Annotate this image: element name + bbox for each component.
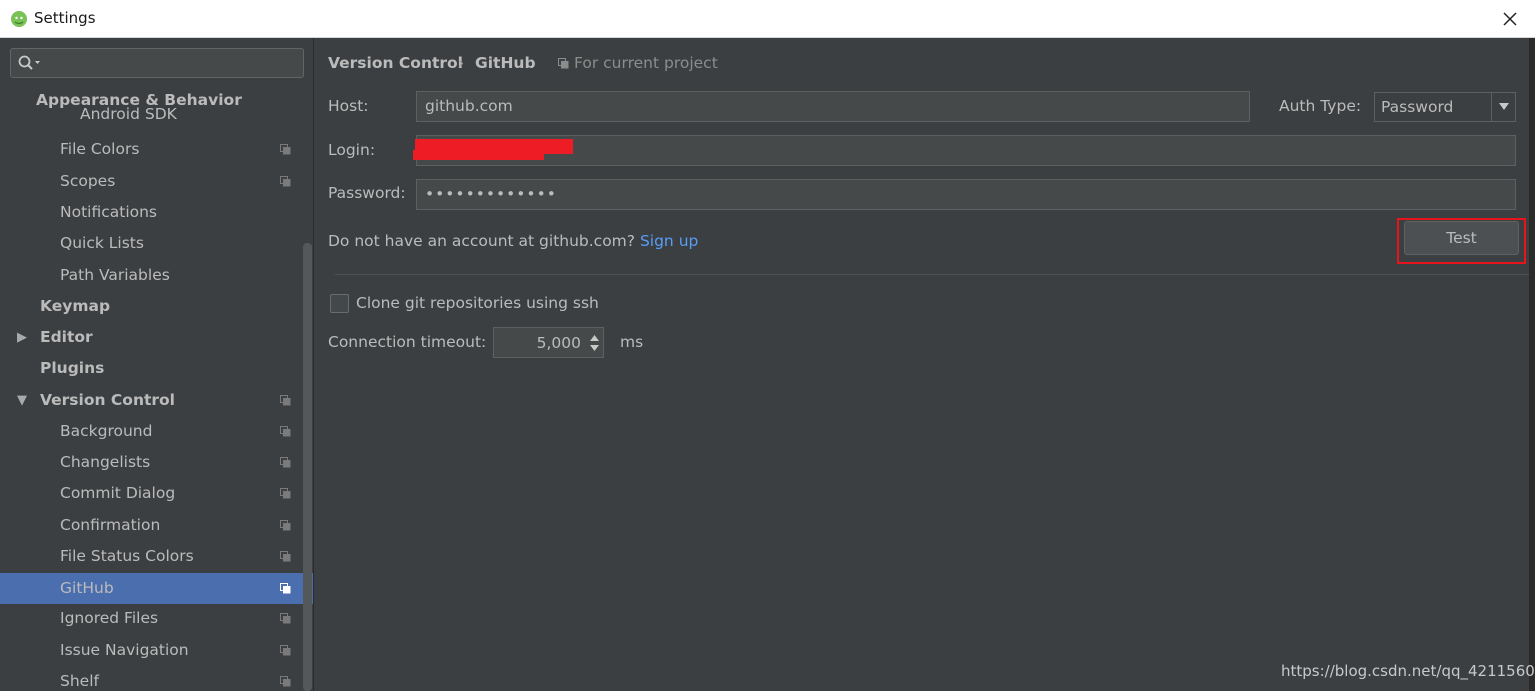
sidebar-item-label: Editor xyxy=(40,328,93,346)
stepper-arrows-icon[interactable] xyxy=(585,328,603,357)
clone-ssh-checkbox[interactable] xyxy=(330,294,349,313)
window-edge xyxy=(1529,38,1535,691)
sidebar-item-file-status-colors[interactable]: File Status Colors xyxy=(0,541,303,572)
sidebar-item-file-colors[interactable]: File Colors xyxy=(0,134,303,165)
search-icon xyxy=(18,55,40,70)
sidebar-item-label: Scopes xyxy=(60,172,116,190)
project-scope-icon xyxy=(280,144,291,155)
breadcrumb-version-control[interactable]: Version Control xyxy=(328,54,463,72)
account-prompt: Do not have an account at github.com? Si… xyxy=(328,232,698,250)
watermark: https://blog.csdn.net/qq_42115602 xyxy=(1281,662,1535,680)
test-button[interactable]: Test xyxy=(1404,221,1519,255)
host-label: Host: xyxy=(328,97,369,115)
sidebar-item-changelists[interactable]: Changelists xyxy=(0,447,303,478)
auth-type-label: Auth Type: xyxy=(1279,97,1362,115)
expand-arrow-icon[interactable]: ▶ xyxy=(17,322,27,353)
sidebar-item-label: Ignored Files xyxy=(60,609,159,627)
sidebar-item-label: Changelists xyxy=(60,453,151,471)
project-scope-icon xyxy=(280,488,291,499)
close-icon xyxy=(1503,12,1517,26)
project-scope-icon xyxy=(280,613,291,624)
timeout-stepper[interactable]: 5,000 xyxy=(493,327,604,358)
project-scope-icon xyxy=(280,551,291,562)
sidebar-item-label: Version Control xyxy=(40,391,175,409)
sidebar-item-github[interactable]: GitHub xyxy=(0,573,313,604)
auth-type-select[interactable]: Password xyxy=(1374,92,1516,122)
sidebar-item-editor[interactable]: ▶ Editor xyxy=(0,322,303,353)
sidebar-item-label: Path Variables xyxy=(60,266,170,284)
auth-type-value: Password xyxy=(1381,98,1454,116)
sidebar-item-label: Notifications xyxy=(60,203,158,221)
sidebar-item-quick-lists[interactable]: Quick Lists xyxy=(0,228,303,259)
search-input[interactable] xyxy=(10,48,304,78)
close-button[interactable] xyxy=(1490,0,1530,38)
sign-up-link[interactable]: Sign up xyxy=(640,232,698,250)
sidebar-item-label: File Status Colors xyxy=(60,547,194,565)
sidebar-item-ignored-files[interactable]: Ignored Files xyxy=(0,603,303,634)
project-scope-icon xyxy=(280,426,291,437)
settings-sidebar: Appearance & Behavior Android SDK File C… xyxy=(0,38,314,691)
project-scope-icon xyxy=(280,676,291,687)
sidebar-item-path-variables[interactable]: Path Variables xyxy=(0,260,303,291)
sidebar-item-label: Plugins xyxy=(40,359,105,377)
sidebar-item-issue-navigation[interactable]: Issue Navigation xyxy=(0,635,303,666)
settings-content: Version Control › GitHub For current pro… xyxy=(315,38,1529,691)
login-input[interactable] xyxy=(416,135,1516,166)
timeout-label: Connection timeout: xyxy=(328,333,487,351)
project-scope-icon xyxy=(558,58,569,69)
project-scope-icon xyxy=(280,457,291,468)
login-label: Login: xyxy=(328,141,376,159)
password-input[interactable]: ••••••••••••• xyxy=(416,179,1516,210)
sidebar-item-label: Confirmation xyxy=(60,516,161,534)
sidebar-item-android-sdk[interactable]: Android SDK xyxy=(0,103,303,125)
redaction-mark xyxy=(413,150,544,160)
sidebar-item-version-control[interactable]: ▼ Version Control xyxy=(0,385,303,416)
sidebar-item-confirmation[interactable]: Confirmation xyxy=(0,510,303,541)
sidebar-item-label: Quick Lists xyxy=(60,234,144,252)
no-account-text: Do not have an account at github.com? xyxy=(328,232,636,250)
sidebar-item-label: GitHub xyxy=(60,579,114,597)
clone-ssh-label[interactable]: Clone git repositories using ssh xyxy=(356,294,599,312)
sidebar-item-label: Android SDK xyxy=(80,105,177,123)
scope-label: For current project xyxy=(574,54,718,72)
host-input[interactable]: github.com xyxy=(416,91,1250,122)
sidebar-item-keymap[interactable]: Keymap xyxy=(0,291,303,322)
sidebar-item-label: Background xyxy=(60,422,153,440)
timeout-unit: ms xyxy=(620,333,644,351)
sidebar-item-plugins[interactable]: Plugins xyxy=(0,353,303,384)
project-scope-icon xyxy=(280,520,291,531)
sidebar-item-shelf[interactable]: Shelf xyxy=(0,666,303,691)
sidebar-item-background[interactable]: Background xyxy=(0,416,303,447)
sidebar-item-label: Shelf xyxy=(60,672,99,690)
breadcrumb-separator: › xyxy=(458,54,465,72)
sidebar-scrollbar[interactable] xyxy=(303,243,312,691)
timeout-value: 5,000 xyxy=(536,334,581,352)
android-studio-icon xyxy=(11,11,27,27)
project-scope-icon xyxy=(280,583,291,594)
project-scope-icon xyxy=(280,176,291,187)
sidebar-item-label: Issue Navigation xyxy=(60,641,189,659)
divider xyxy=(335,274,1529,275)
password-label: Password: xyxy=(328,184,406,202)
sidebar-item-label: Keymap xyxy=(40,297,111,315)
title-bar: Settings xyxy=(0,0,1535,38)
project-scope-icon xyxy=(280,645,291,656)
sidebar-item-scopes[interactable]: Scopes xyxy=(0,166,303,197)
chevron-down-icon[interactable] xyxy=(1491,93,1515,121)
collapse-arrow-icon[interactable]: ▼ xyxy=(17,385,27,416)
project-scope-icon xyxy=(280,395,291,406)
breadcrumb-github: GitHub xyxy=(475,54,536,72)
sidebar-item-commit-dialog[interactable]: Commit Dialog xyxy=(0,478,303,509)
sidebar-item-notifications[interactable]: Notifications xyxy=(0,197,303,228)
sidebar-item-label: Commit Dialog xyxy=(60,484,176,502)
window-title: Settings xyxy=(34,9,96,27)
sidebar-item-label: File Colors xyxy=(60,140,140,158)
